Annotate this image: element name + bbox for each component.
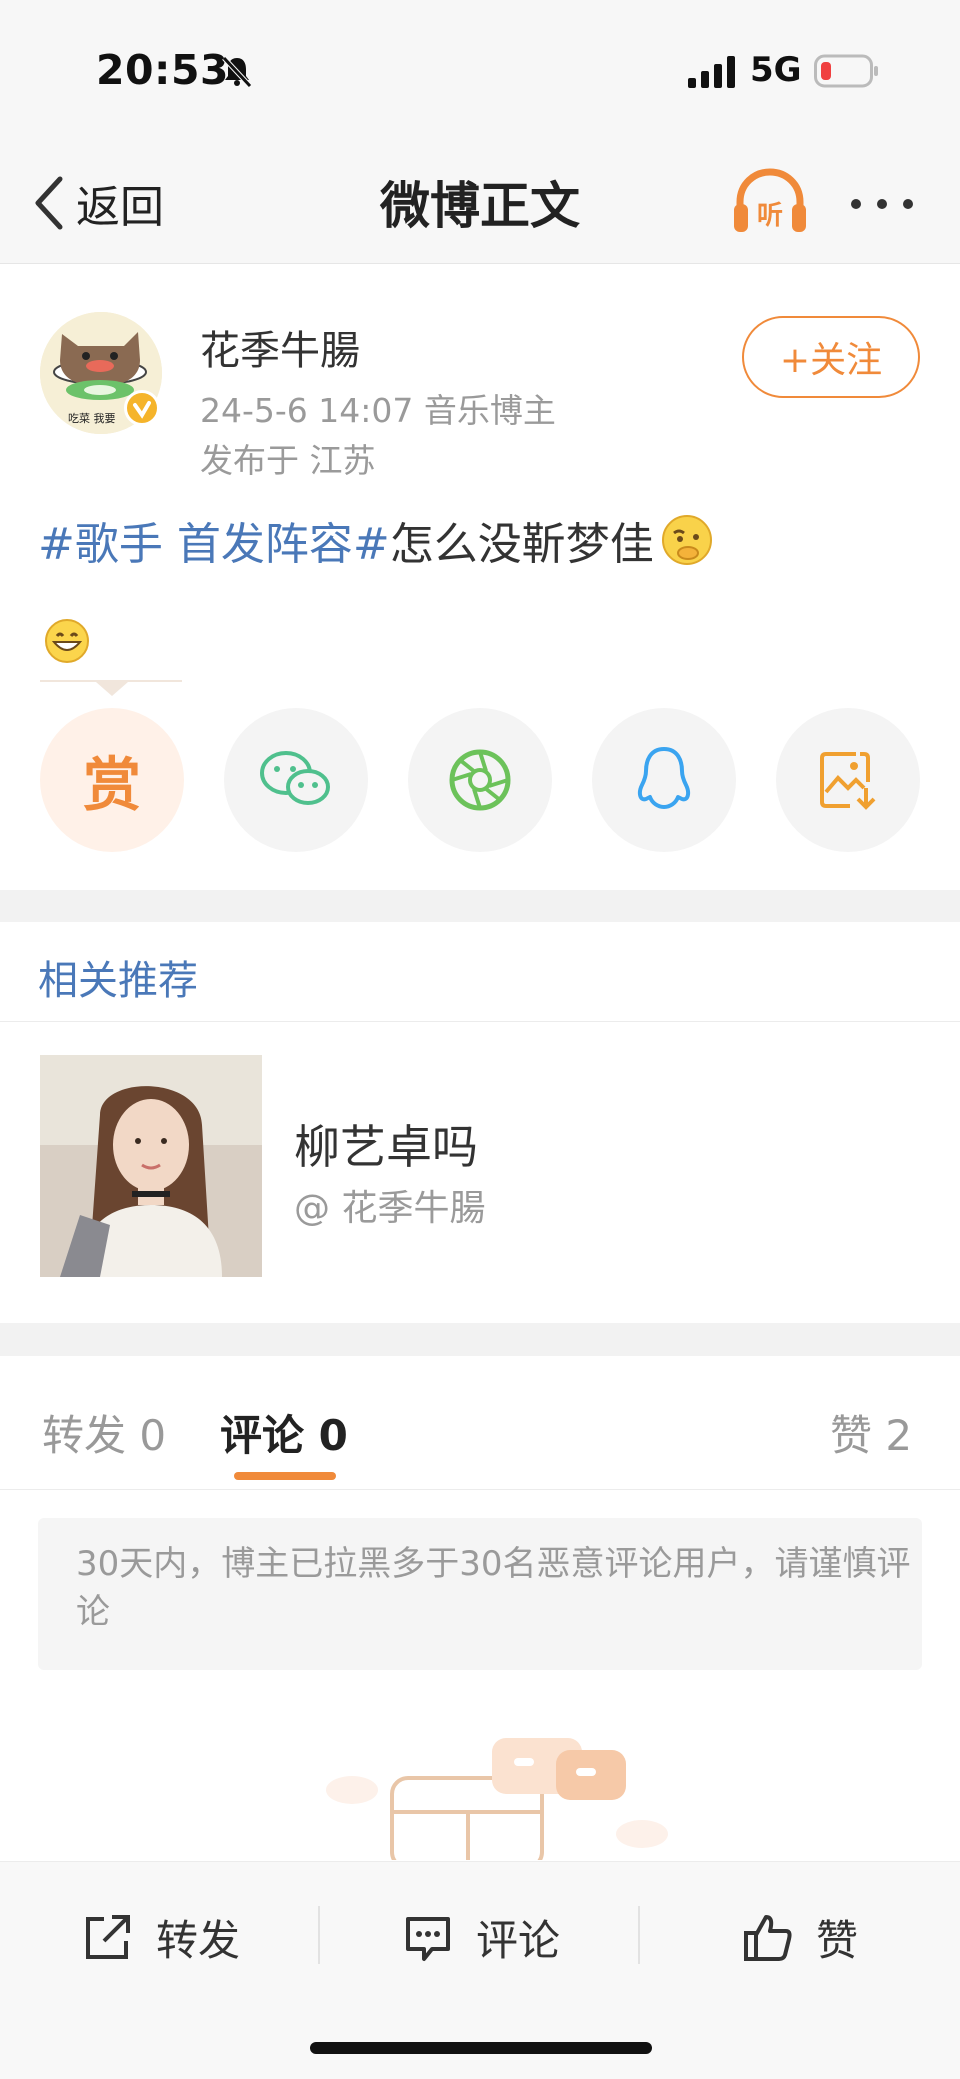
network-label: 5G — [750, 50, 802, 90]
empty-comments-illustration — [326, 1738, 668, 1860]
follow-button[interactable]: +关注 — [742, 316, 920, 398]
action-separator — [638, 1906, 640, 1964]
thinking-emoji — [661, 515, 712, 565]
comment-icon — [406, 1917, 450, 1961]
status-time: 20:53 — [96, 46, 230, 94]
share-wechat-button[interactable] — [224, 708, 368, 852]
more-dots-icon[interactable] — [846, 184, 918, 224]
like-label: 赞 — [816, 1915, 859, 1965]
tab-repost[interactable]: 转发 0 — [42, 1402, 166, 1463]
author-name[interactable]: 花季牛腸 — [200, 318, 360, 376]
signal-icon — [688, 56, 735, 88]
action-separator — [318, 1906, 320, 1964]
post-card: 吃菜 我要 花季牛腸 24-5-6 14:07 音乐博主 发布于 江苏 +关注 … — [0, 264, 960, 890]
section-divider — [0, 890, 960, 922]
share-moments-button[interactable] — [408, 708, 552, 852]
share-row: 赏 — [0, 708, 960, 858]
bell-muted-icon — [222, 56, 252, 88]
repost-icon — [86, 1915, 130, 1959]
related-thumbnail — [40, 1055, 262, 1277]
share-qq-button[interactable] — [592, 708, 736, 852]
post-body: 怎么没靳梦佳 — [389, 519, 654, 570]
status-bar: 20:53 5G — [0, 0, 960, 140]
listen-label: 听 — [757, 201, 783, 231]
thumbs-up-icon — [744, 1915, 792, 1961]
topic-link[interactable]: #歌手 首发阵容# — [38, 519, 390, 570]
avatar-caption: 吃菜 我要 — [68, 412, 116, 425]
nav-bar: 返回 微博正文 听 — [0, 140, 960, 264]
grin-emoji — [45, 619, 89, 663]
page-title: 微博正文 — [380, 177, 580, 235]
related-header: 相关推荐 — [0, 922, 960, 1022]
moments-icon — [449, 749, 511, 811]
comment-notice: 30天内，博主已拉黑多于30名恶意评论用户，请谨慎评论 — [38, 1518, 922, 1670]
tab-comment[interactable]: 评论 0 — [220, 1402, 348, 1463]
save-image-icon — [820, 752, 876, 810]
reward-pointer — [40, 680, 182, 696]
reward-button[interactable]: 赏 — [40, 708, 184, 852]
post-location: 发布于 江苏 — [200, 441, 376, 480]
home-indicator — [310, 2042, 652, 2054]
verified-badge-icon — [124, 390, 160, 426]
listen-headphones-button[interactable]: 听 — [730, 164, 810, 242]
tab-indicator — [234, 1472, 336, 1480]
battery-low-icon — [814, 54, 878, 88]
post-text: #歌手 首发阵容#怎么没靳梦佳 — [38, 508, 714, 572]
tab-like[interactable]: 赞 2 — [830, 1402, 912, 1463]
save-image-button[interactable] — [776, 708, 920, 852]
wechat-icon — [260, 751, 330, 805]
related-item-title: 柳艺卓吗 — [294, 1120, 478, 1174]
repost-button[interactable]: 转发 — [82, 1902, 240, 1972]
comment-button[interactable]: 评论 — [402, 1902, 560, 1972]
related-title: 相关推荐 — [38, 958, 198, 1004]
reward-label: 赏 — [82, 751, 141, 819]
like-button[interactable]: 赞 — [742, 1902, 858, 1972]
related-item-user: @ 花季牛腸 — [294, 1188, 486, 1229]
comment-label: 评论 — [476, 1915, 561, 1965]
qq-icon — [637, 747, 691, 809]
section-divider — [0, 1323, 960, 1356]
related-item[interactable]: 柳艺卓吗 @ 花季牛腸 — [0, 1023, 960, 1323]
comment-tabs: 转发 0 评论 0 赞 2 — [0, 1356, 960, 1490]
bottom-action-bar: 转发 评论 赞 — [0, 1861, 960, 2079]
repost-label: 转发 — [156, 1915, 241, 1965]
post-meta: 24-5-6 14:07 音乐博主 — [200, 391, 556, 430]
